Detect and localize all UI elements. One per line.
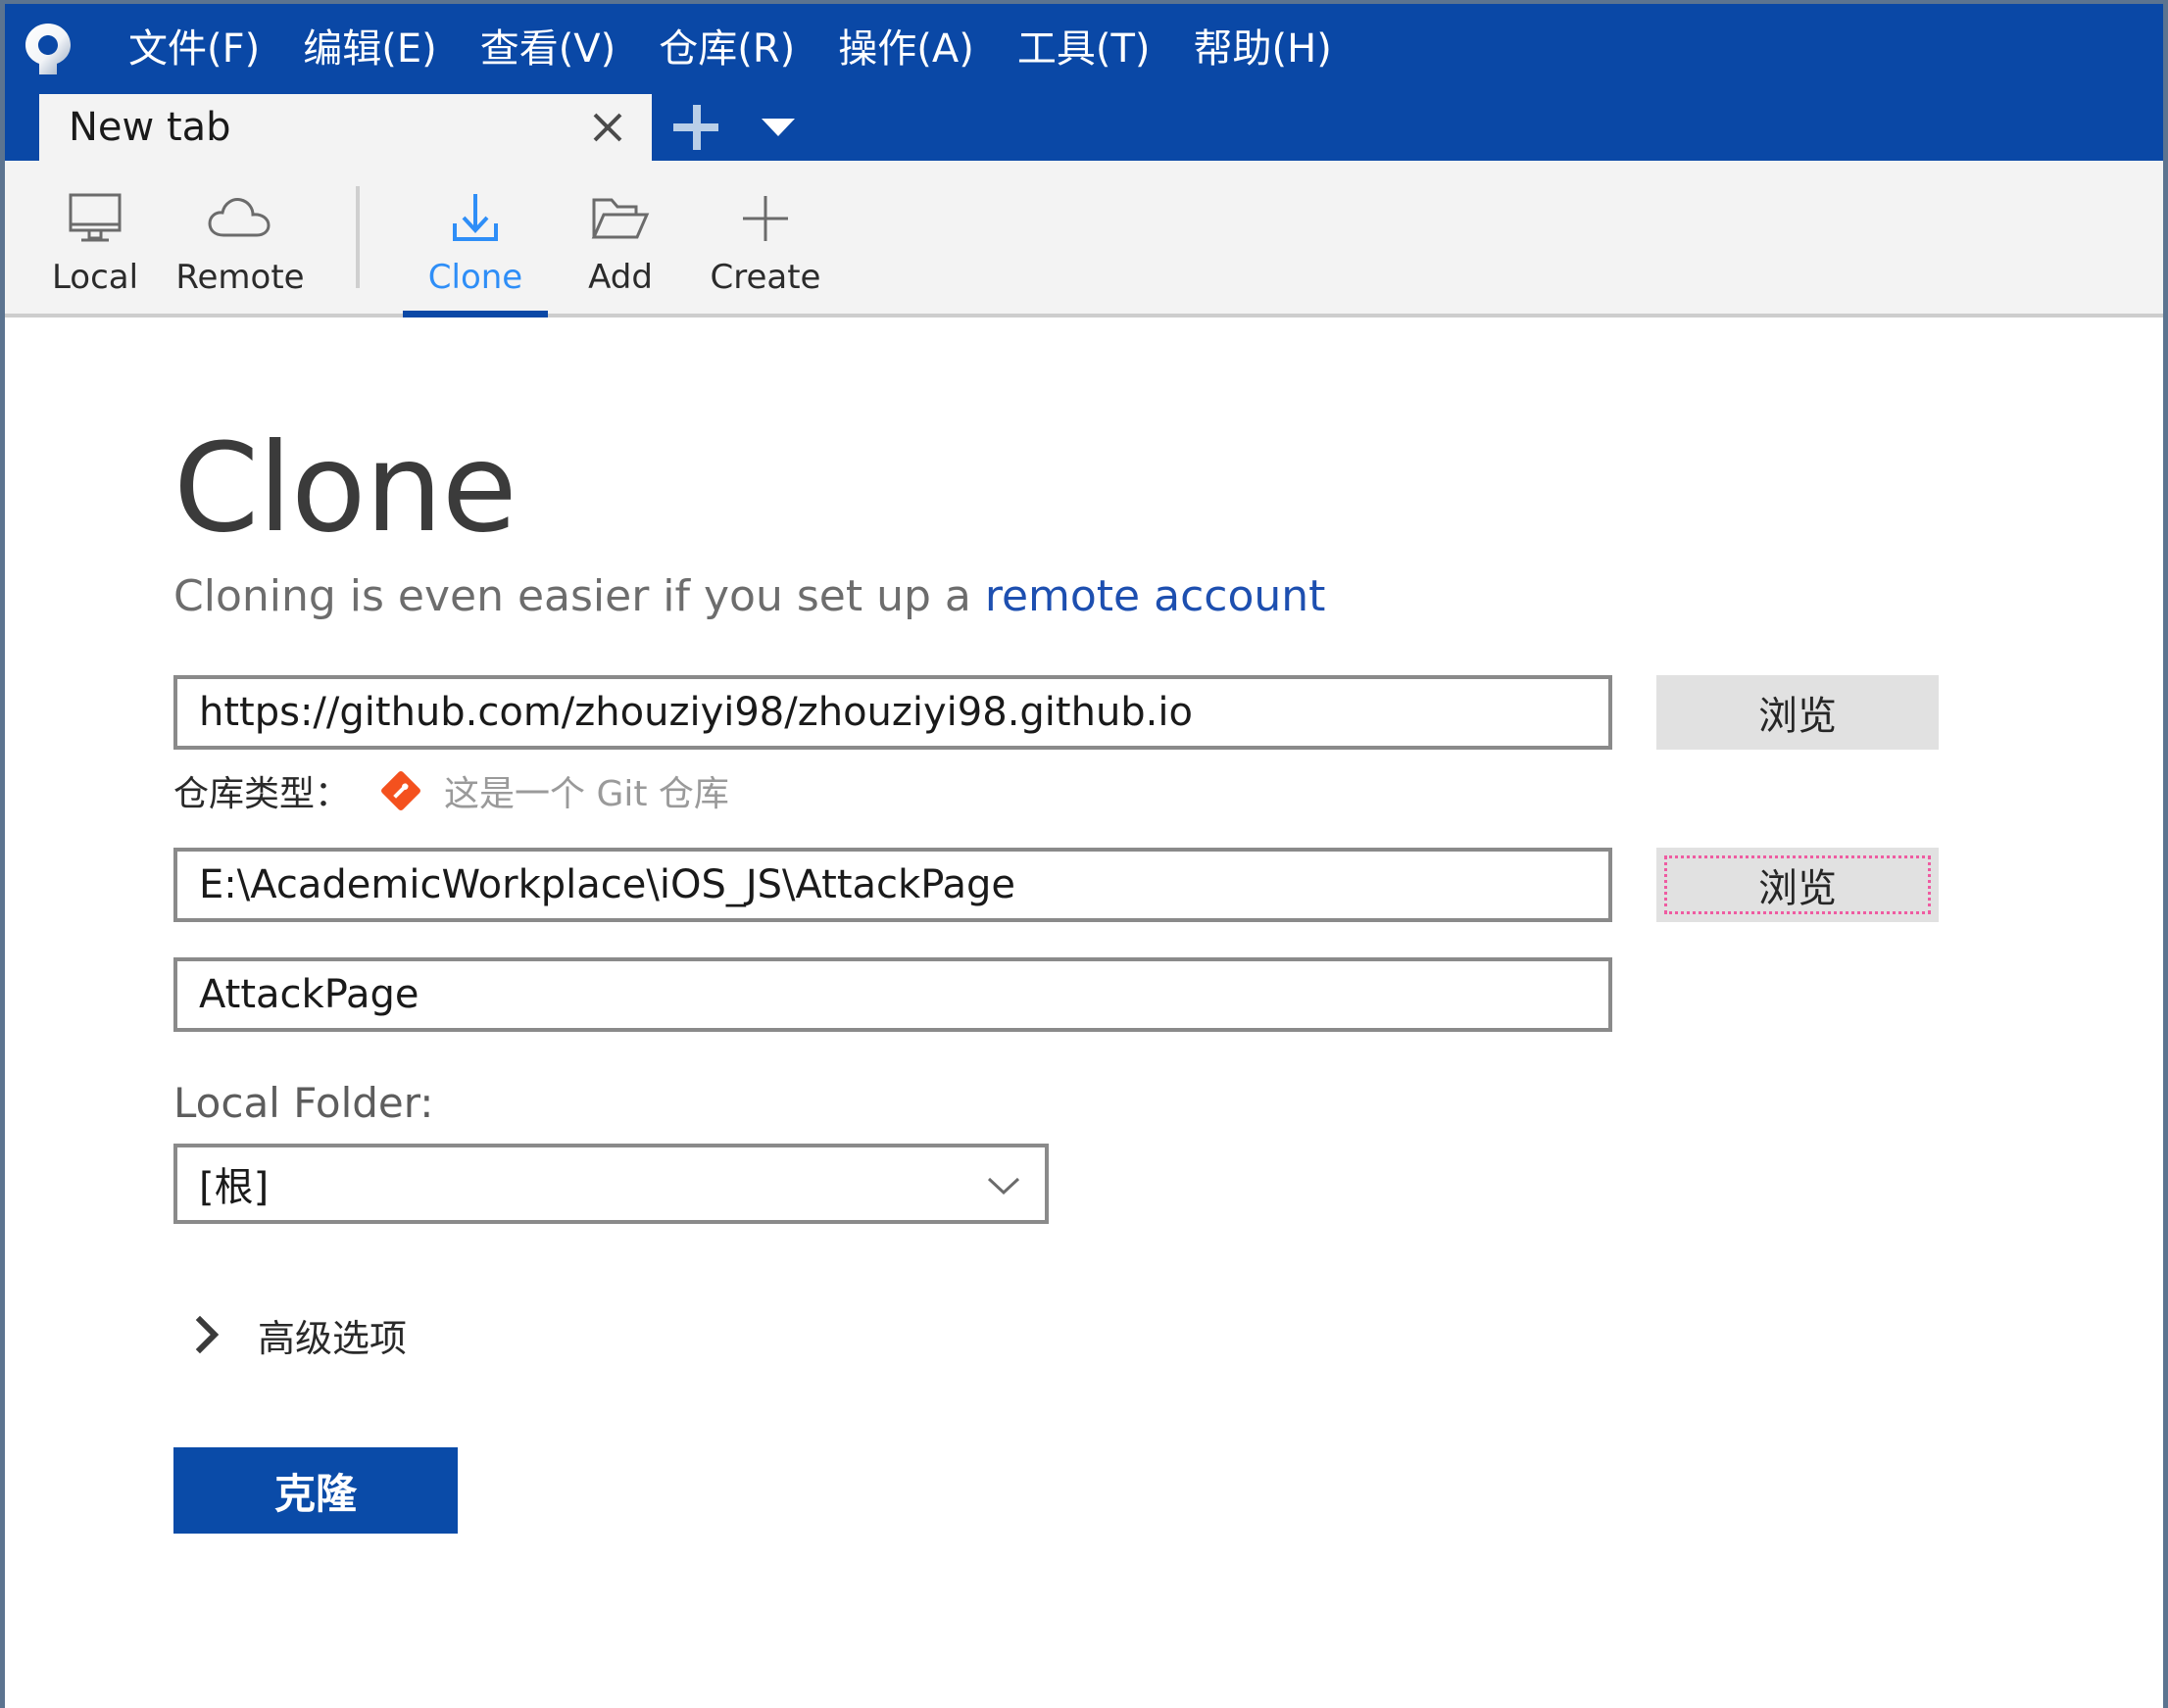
menu-item-file[interactable]: 文件(F) [107,24,281,74]
page-title: Clone [173,417,517,560]
tab-label: New tab [69,105,231,150]
menu-items: 文件(F) 编辑(E) 查看(V) 仓库(R) 操作(A) 工具(T) 帮助(H… [107,24,1354,74]
local-folder-select[interactable]: [根] [173,1144,1049,1224]
local-folder-value: [根] [199,1165,270,1210]
tab-new-tab[interactable]: New tab [39,94,652,161]
menu-item-label: 仓库(R) [659,26,796,72]
menu-bar: 文件(F) 编辑(E) 查看(V) 仓库(R) 操作(A) 工具(T) 帮助(H… [5,4,2163,94]
menu-item-actions[interactable]: 操作(A) [816,24,996,74]
toolbar-button-remote[interactable]: Remote [168,161,313,314]
chevron-down-icon[interactable] [762,119,795,136]
menu-item-label: 编辑(E) [303,26,437,72]
clone-panel: Clone Cloning is even easier if you set … [5,317,2163,1704]
local-folder-label: Local Folder: [173,1079,434,1127]
tab-strip-actions [652,94,795,161]
menu-item-edit[interactable]: 编辑(E) [281,24,458,74]
toolbar-button-label: Local [51,258,139,297]
chevron-down-icon [984,1174,1020,1196]
menu-item-view[interactable]: 查看(V) [459,24,638,74]
menu-item-label: 操作(A) [838,26,974,72]
open-folder-icon [588,188,653,249]
clone-submit-button[interactable]: 克隆 [173,1447,458,1534]
menu-item-help[interactable]: 帮助(H) [1172,24,1354,74]
toolbar-button-label: Clone [427,258,523,297]
menu-item-tools[interactable]: 工具(T) [996,24,1172,74]
repository-type-label: 仓库类型： [173,774,351,814]
sourcetree-logo-icon [25,24,71,74]
close-icon[interactable] [585,105,630,150]
plus-icon[interactable] [673,105,718,150]
toolbar-button-add[interactable]: Add [548,161,693,314]
toolbar-button-create[interactable]: Create [693,161,838,314]
tab-strip: New tab [5,94,2163,161]
advanced-options-toggle[interactable]: 高级选项 [193,1308,2163,1361]
plus-icon [737,188,794,249]
git-diamond-icon [381,771,420,810]
toolbar-button-local[interactable]: Local [23,161,168,314]
menu-item-label: 帮助(H) [1193,26,1332,72]
source-url-browse-button[interactable]: 浏览 [1656,675,1939,750]
toolbar-button-label: Remote [175,258,305,297]
repository-type-row: 仓库类型： 这是一个 Git 仓库 [173,767,2163,814]
remote-account-link[interactable]: remote account [985,571,1326,621]
page-subtitle-text: Cloning is even easier if you set up a [173,571,985,621]
source-url-row: https://github.com/zhouziyi98/zhouziyi98… [173,675,2163,750]
toolbar-button-clone[interactable]: Clone [403,161,548,317]
repository-name-input[interactable]: AttackPage [173,957,1612,1032]
menu-item-label: 查看(V) [479,26,616,72]
cloud-icon [206,188,274,249]
repository-name-row: AttackPage [173,957,2163,1032]
destination-path-input[interactable]: E:\AcademicWorkplace\iOS_JS\AttackPage [173,848,1612,922]
menu-item-repository[interactable]: 仓库(R) [637,24,816,74]
toolbar-button-label: Create [710,258,821,297]
source-url-input[interactable]: https://github.com/zhouziyi98/zhouziyi98… [173,675,1612,750]
repository-type-value: 这是一个 Git 仓库 [444,774,729,814]
advanced-options-label: 高级选项 [258,1316,408,1360]
monitor-icon [65,188,125,249]
chevron-right-icon [193,1315,222,1354]
destination-path-browse-button[interactable]: 浏览 [1656,848,1939,922]
destination-path-row: E:\AcademicWorkplace\iOS_JS\AttackPage 浏… [173,848,2163,922]
toolbar-separator [356,186,360,288]
menu-item-label: 文件(F) [128,26,261,72]
page-subtitle: Cloning is even easier if you set up a r… [173,575,2163,618]
menu-item-label: 工具(T) [1016,26,1151,72]
toolbar: Local Remote Clone Add Create [5,161,2163,317]
toolbar-button-label: Add [588,258,653,297]
download-icon [445,188,506,249]
sourcetree-window: 文件(F) 编辑(E) 查看(V) 仓库(R) 操作(A) 工具(T) 帮助(H… [0,0,2168,1708]
active-tab-underline [403,311,548,317]
